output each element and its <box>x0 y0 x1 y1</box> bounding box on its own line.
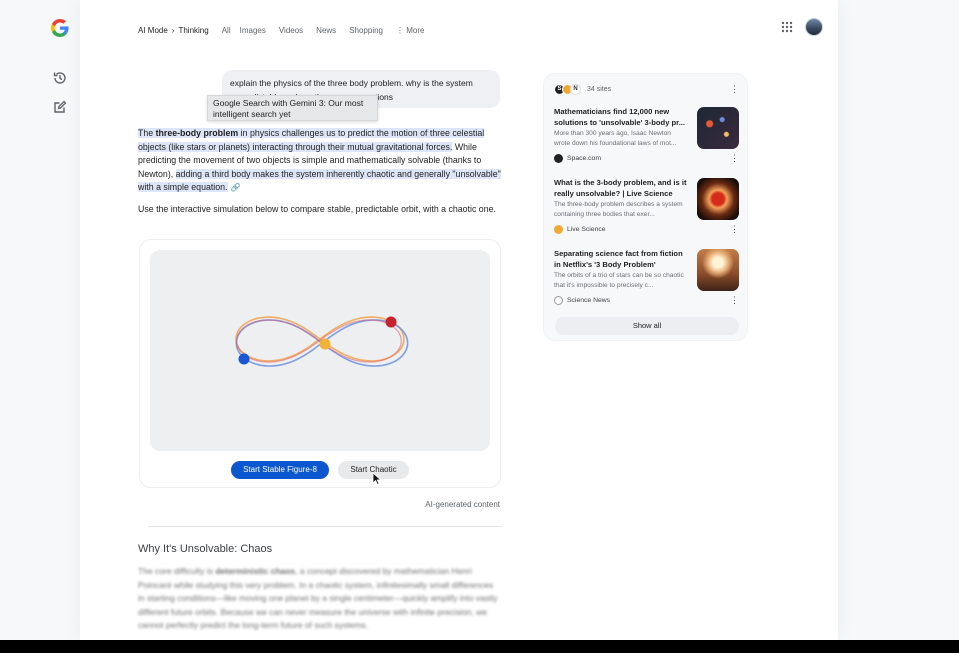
more-menu[interactable]: ⋮ More <box>396 26 424 35</box>
source-snippet: The orbits of a trio of stars can be so … <box>554 272 684 289</box>
history-icon[interactable] <box>52 70 68 86</box>
divider <box>148 526 502 527</box>
breadcrumb-separator: › <box>171 26 175 35</box>
source-site-name: Science News <box>567 297 611 304</box>
source-more-icon[interactable]: ⋮ <box>730 153 739 164</box>
source-more-icon[interactable]: ⋮ <box>730 295 739 306</box>
more-vert-icon: ⋮ <box>396 26 404 35</box>
source-more-icon[interactable]: ⋮ <box>730 224 739 235</box>
body-red <box>385 316 397 328</box>
simulation-card: Start Stable Figure-8 Start Chaotic <box>139 239 501 488</box>
source-site-name: Space.com <box>567 155 602 162</box>
source-card[interactable]: Separating science fact from fiction in … <box>554 249 739 313</box>
breadcrumb-thinking[interactable]: Thinking <box>178 26 208 35</box>
orbit-plot <box>235 316 409 367</box>
tooltip-line-2: intelligent search yet <box>213 109 291 119</box>
source-snippet: The three-body problem describes a syste… <box>554 201 683 218</box>
top-nav: AI Mode › Thinking All Images Videos New… <box>138 26 424 35</box>
tooltip-line-1: Google Search with Gemini 3: Our most <box>213 98 364 108</box>
source-site: Live Science <box>554 225 606 234</box>
tooltip: Google Search with Gemini 3: Our most in… <box>207 95 378 121</box>
space-site-icon <box>554 154 563 163</box>
orbit-path-red <box>236 319 402 363</box>
sources-panel: S N 34 sites ⋮ Mathematicians find 12,00… <box>543 73 748 341</box>
source-thumbnail <box>697 249 739 291</box>
tab-videos[interactable]: Videos <box>279 26 303 35</box>
source-card[interactable]: Mathematicians find 12,000 new solutions… <box>554 107 739 171</box>
page: AI Mode › Thinking All Images Videos New… <box>0 0 959 640</box>
section-heading: Why It's Unsolvable: Chaos <box>138 543 273 555</box>
section-text-a: The core difficulty is <box>138 566 216 576</box>
tab-images[interactable]: Images <box>240 26 266 35</box>
more-label: More <box>406 26 425 35</box>
tab-all[interactable]: All <box>222 26 231 35</box>
new-chat-icon[interactable] <box>52 99 68 115</box>
sources-header[interactable]: S N 34 sites <box>554 84 611 95</box>
sources-more-icon[interactable]: ⋮ <box>730 84 739 95</box>
answer-bold-term: three-body problem <box>155 128 239 138</box>
body-blue <box>238 353 250 365</box>
show-all-button[interactable]: Show all <box>555 317 739 335</box>
source-snippet: More than 300 years ago, Isaac Newton wr… <box>554 130 677 147</box>
source-title[interactable]: Separating science fact from fiction in … <box>554 249 688 270</box>
screen-bottom-bar <box>0 640 959 653</box>
livescience-site-icon <box>554 225 563 234</box>
query-line-1: explain the physics of the three body pr… <box>230 78 473 88</box>
section-body: The core difficulty is deterministic cha… <box>138 565 500 633</box>
sciencenews-site-icon <box>554 296 563 305</box>
tab-shopping[interactable]: Shopping <box>349 26 383 35</box>
link-icon[interactable]: 🔗 <box>231 181 241 195</box>
orbit-path-orange <box>235 316 405 362</box>
avatar[interactable] <box>805 18 823 36</box>
source-thumbnail <box>697 178 739 220</box>
start-stable-button[interactable]: Start Stable Figure-8 <box>231 461 329 479</box>
sciencenews-favicon-icon: N <box>570 84 581 95</box>
google-logo[interactable] <box>50 18 70 38</box>
mouse-cursor-icon <box>372 472 382 486</box>
answer-text-a: The <box>138 128 156 138</box>
ai-generated-note: AI-generated content <box>425 500 500 509</box>
section-bold-term: deterministic chaos <box>215 566 296 576</box>
answer-paragraph: The three-body problem in physics challe… <box>138 127 502 195</box>
source-site: Space.com <box>554 154 601 163</box>
source-card[interactable]: What is the 3-body problem, and is it re… <box>554 178 739 242</box>
source-site: Science News <box>554 296 610 305</box>
answer-text-d: adding a third body makes the system inh… <box>138 168 501 192</box>
source-title[interactable]: Mathematicians find 12,000 new solutions… <box>554 107 688 128</box>
simulation-intro: Use the interactive simulation below to … <box>138 204 496 214</box>
source-site-name: Live Science <box>567 226 606 233</box>
source-thumbnail <box>697 107 739 149</box>
simulation-canvas[interactable] <box>150 250 490 451</box>
tab-news[interactable]: News <box>316 26 336 35</box>
apps-grid-icon[interactable] <box>781 21 793 33</box>
sources-count: 34 sites <box>587 86 612 93</box>
breadcrumb-ai-mode[interactable]: AI Mode <box>138 26 168 35</box>
body-yellow <box>319 338 331 350</box>
source-title[interactable]: What is the 3-body problem, and is it re… <box>554 178 688 199</box>
